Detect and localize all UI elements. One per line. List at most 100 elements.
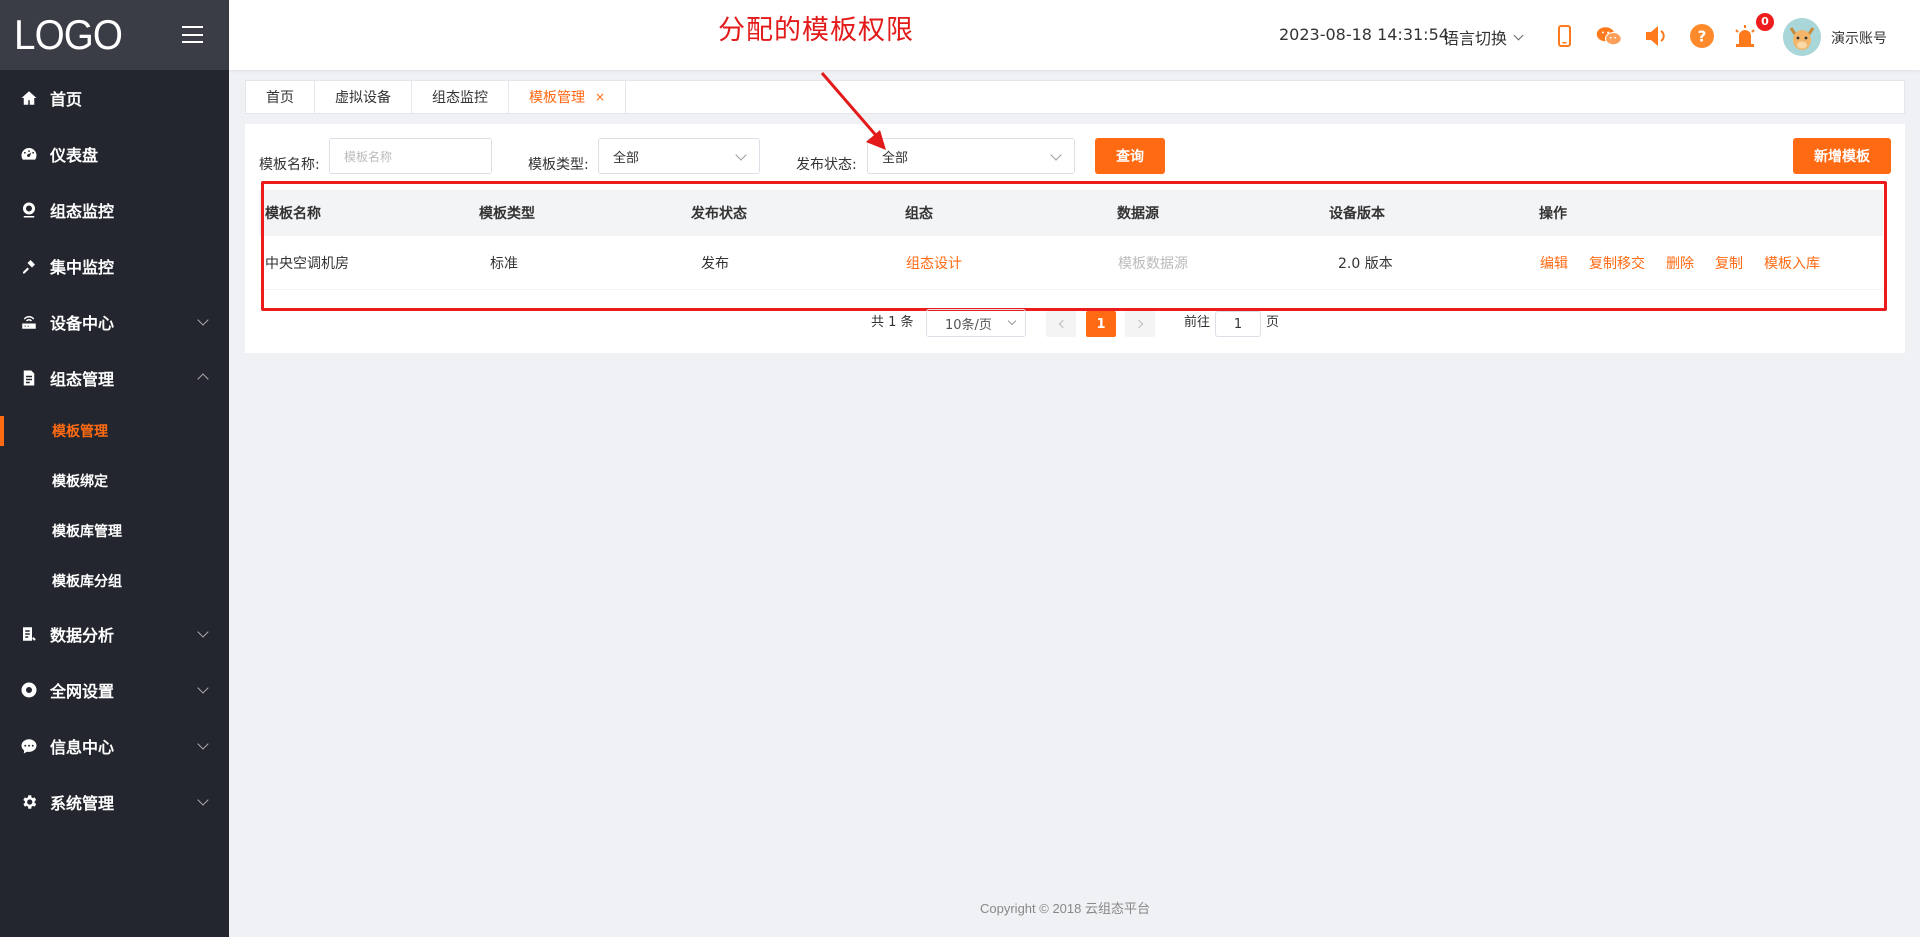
config-design-link[interactable]: 组态设计 [906,253,962,273]
account-name[interactable]: 演示账号 [1831,28,1887,48]
delete-button[interactable]: 删除 [1666,253,1694,273]
sidebar-item-data-analysis[interactable]: 数据分析 [0,606,229,662]
sidebar-item-label: 设备中心 [50,314,115,333]
chevron-down-icon [197,682,209,694]
add-template-button[interactable]: 新增模板 [1793,138,1891,174]
logo-bar: LOGO [0,0,229,70]
sidebar-item-network-settings[interactable]: 全网设置 [0,662,229,718]
svg-text:?: ? [1698,28,1707,46]
sidebar-subitem-template-management[interactable]: 模板管理 [0,406,229,456]
tab-template-management[interactable]: 模板管理 × [509,81,627,113]
cell-type: 标准 [490,255,518,272]
language-switch[interactable]: 语言切换 [1443,25,1524,49]
document-icon [20,369,38,387]
sidebar-item-config-management[interactable]: 组态管理 [0,350,229,406]
close-icon[interactable]: × [595,90,605,104]
home-icon [20,89,38,107]
tab-virtual-device[interactable]: 虚拟设备 [315,81,412,113]
speaker-icon[interactable] [1642,22,1670,50]
annotation-text: 分配的模板权限 [718,15,914,46]
table-row: 中央空调机房 标准 发布 组态设计 模板数据源 2.0 版本 编辑 复制移交 删… [259,236,1883,290]
publish-status-label: 发布状态: [796,157,857,173]
edit-button[interactable]: 编辑 [1540,253,1568,273]
sidebar-item-dashboard[interactable]: 仪表盘 [0,126,229,182]
sidebar-item-label: 组态监控 [50,202,115,221]
th-version: 设备版本 [1329,206,1385,222]
chevron-down-icon [197,738,209,750]
sidebar-item-label: 首页 [50,90,83,109]
table-header: 模板名称 模板类型 发布状态 组态 数据源 设备版本 操作 [259,190,1883,236]
footer-copyright: Copyright © 2018 云组态平台 [980,901,1150,916]
template-type-select[interactable]: 全部 [598,138,760,174]
th-config: 组态 [905,206,933,222]
logo: LOGO [14,11,123,58]
sidebar-item-label: 集中监控 [50,258,115,277]
help-icon[interactable]: ? [1688,22,1716,50]
sidebar-item-label: 仪表盘 [50,146,99,165]
chevron-up-icon [197,373,209,385]
chevron-down-icon [735,149,747,161]
sidebar-menu-lower: 数据分析 全网设置 信息中心 系统管理 [0,606,229,830]
template-datasource-link[interactable]: 模板数据源 [1118,253,1188,273]
alarm-count-badge: 0 [1756,13,1774,31]
hamburger-menu-icon[interactable] [182,26,203,43]
sidebar-menu: 首页 仪表盘 组态监控 集中监控 设备中心 组态管理 [0,70,229,406]
sidebar-item-device-center[interactable]: 设备中心 [0,294,229,350]
router-icon [20,313,38,331]
chevron-left-icon [1058,319,1067,329]
cell-name: 中央空调机房 [265,255,349,272]
copy-transfer-button[interactable]: 复制移交 [1589,253,1645,273]
publish-status-select[interactable]: 全部 [867,138,1075,174]
page-tabs: 首页 虚拟设备 组态监控 模板管理 × [245,80,1905,114]
sidebar-subitem-template-library[interactable]: 模板库管理 [0,506,229,556]
th-actions: 操作 [1539,206,1567,222]
sidebar-subitem-template-library-group[interactable]: 模板库分组 [0,556,229,606]
chevron-down-icon [197,794,209,806]
prev-page-button[interactable] [1046,311,1076,337]
publish-status-value: 全部 [882,150,909,166]
sidebar-item-info-center[interactable]: 信息中心 [0,718,229,774]
goto-prefix: 前往 [1184,315,1211,330]
wechat-icon[interactable] [1593,22,1625,50]
chevron-right-icon [1134,319,1143,329]
th-name: 模板名称 [265,206,321,222]
th-status: 发布状态 [691,206,747,222]
config-submenu: 模板管理 模板绑定 模板库管理 模板库分组 [0,406,229,606]
sidebar-item-label: 信息中心 [50,738,115,757]
template-type-label: 模板类型: [528,157,589,173]
alarm-icon[interactable] [1731,22,1759,50]
chevron-down-icon [1513,30,1524,40]
dashboard-icon [20,145,38,163]
sidebar-item-label: 全网设置 [50,682,115,701]
copy-button[interactable]: 复制 [1715,253,1743,273]
tab-home[interactable]: 首页 [246,81,315,113]
chevron-down-icon [1050,149,1062,161]
sidebar: LOGO 首页 仪表盘 组态监控 集中监控 设备中心 组态管理 模板管理 模板绑… [0,0,229,937]
th-source: 数据源 [1117,206,1159,222]
add-to-library-button[interactable]: 模板入库 [1764,253,1820,273]
datetime: 2023-08-18 14:31:54 [1279,25,1449,44]
sidebar-item-system-management[interactable]: 系统管理 [0,774,229,830]
sidebar-item-config-monitor[interactable]: 组态监控 [0,182,229,238]
sidebar-subitem-template-binding[interactable]: 模板绑定 [0,456,229,506]
page-size-select[interactable]: 10条/页 [926,309,1026,337]
sidebar-item-home[interactable]: 首页 [0,70,229,126]
goto-suffix: 页 [1266,315,1280,330]
analysis-icon [20,625,38,643]
tab-label: 模板管理 [529,90,585,106]
template-type-value: 全部 [613,150,640,166]
sidebar-item-centralized-monitor[interactable]: 集中监控 [0,238,229,294]
template-name-input[interactable]: 模板名称 [329,138,492,174]
next-page-button[interactable] [1125,311,1155,337]
gear-icon [20,793,38,811]
template-table: 模板名称 模板类型 发布状态 组态 数据源 设备版本 操作 中央空调机房 标准 … [259,190,1883,290]
query-button[interactable]: 查询 [1095,138,1165,174]
language-switch-label: 语言切换 [1443,29,1508,48]
mobile-icon[interactable] [1550,22,1578,50]
page-1-button[interactable]: 1 [1086,311,1116,337]
goto-page-input[interactable]: 1 [1215,311,1261,337]
monitor-icon [20,201,38,219]
tab-config-monitor[interactable]: 组态监控 [412,81,509,113]
avatar[interactable] [1783,18,1821,56]
page-size-value: 10条/页 [945,317,992,333]
